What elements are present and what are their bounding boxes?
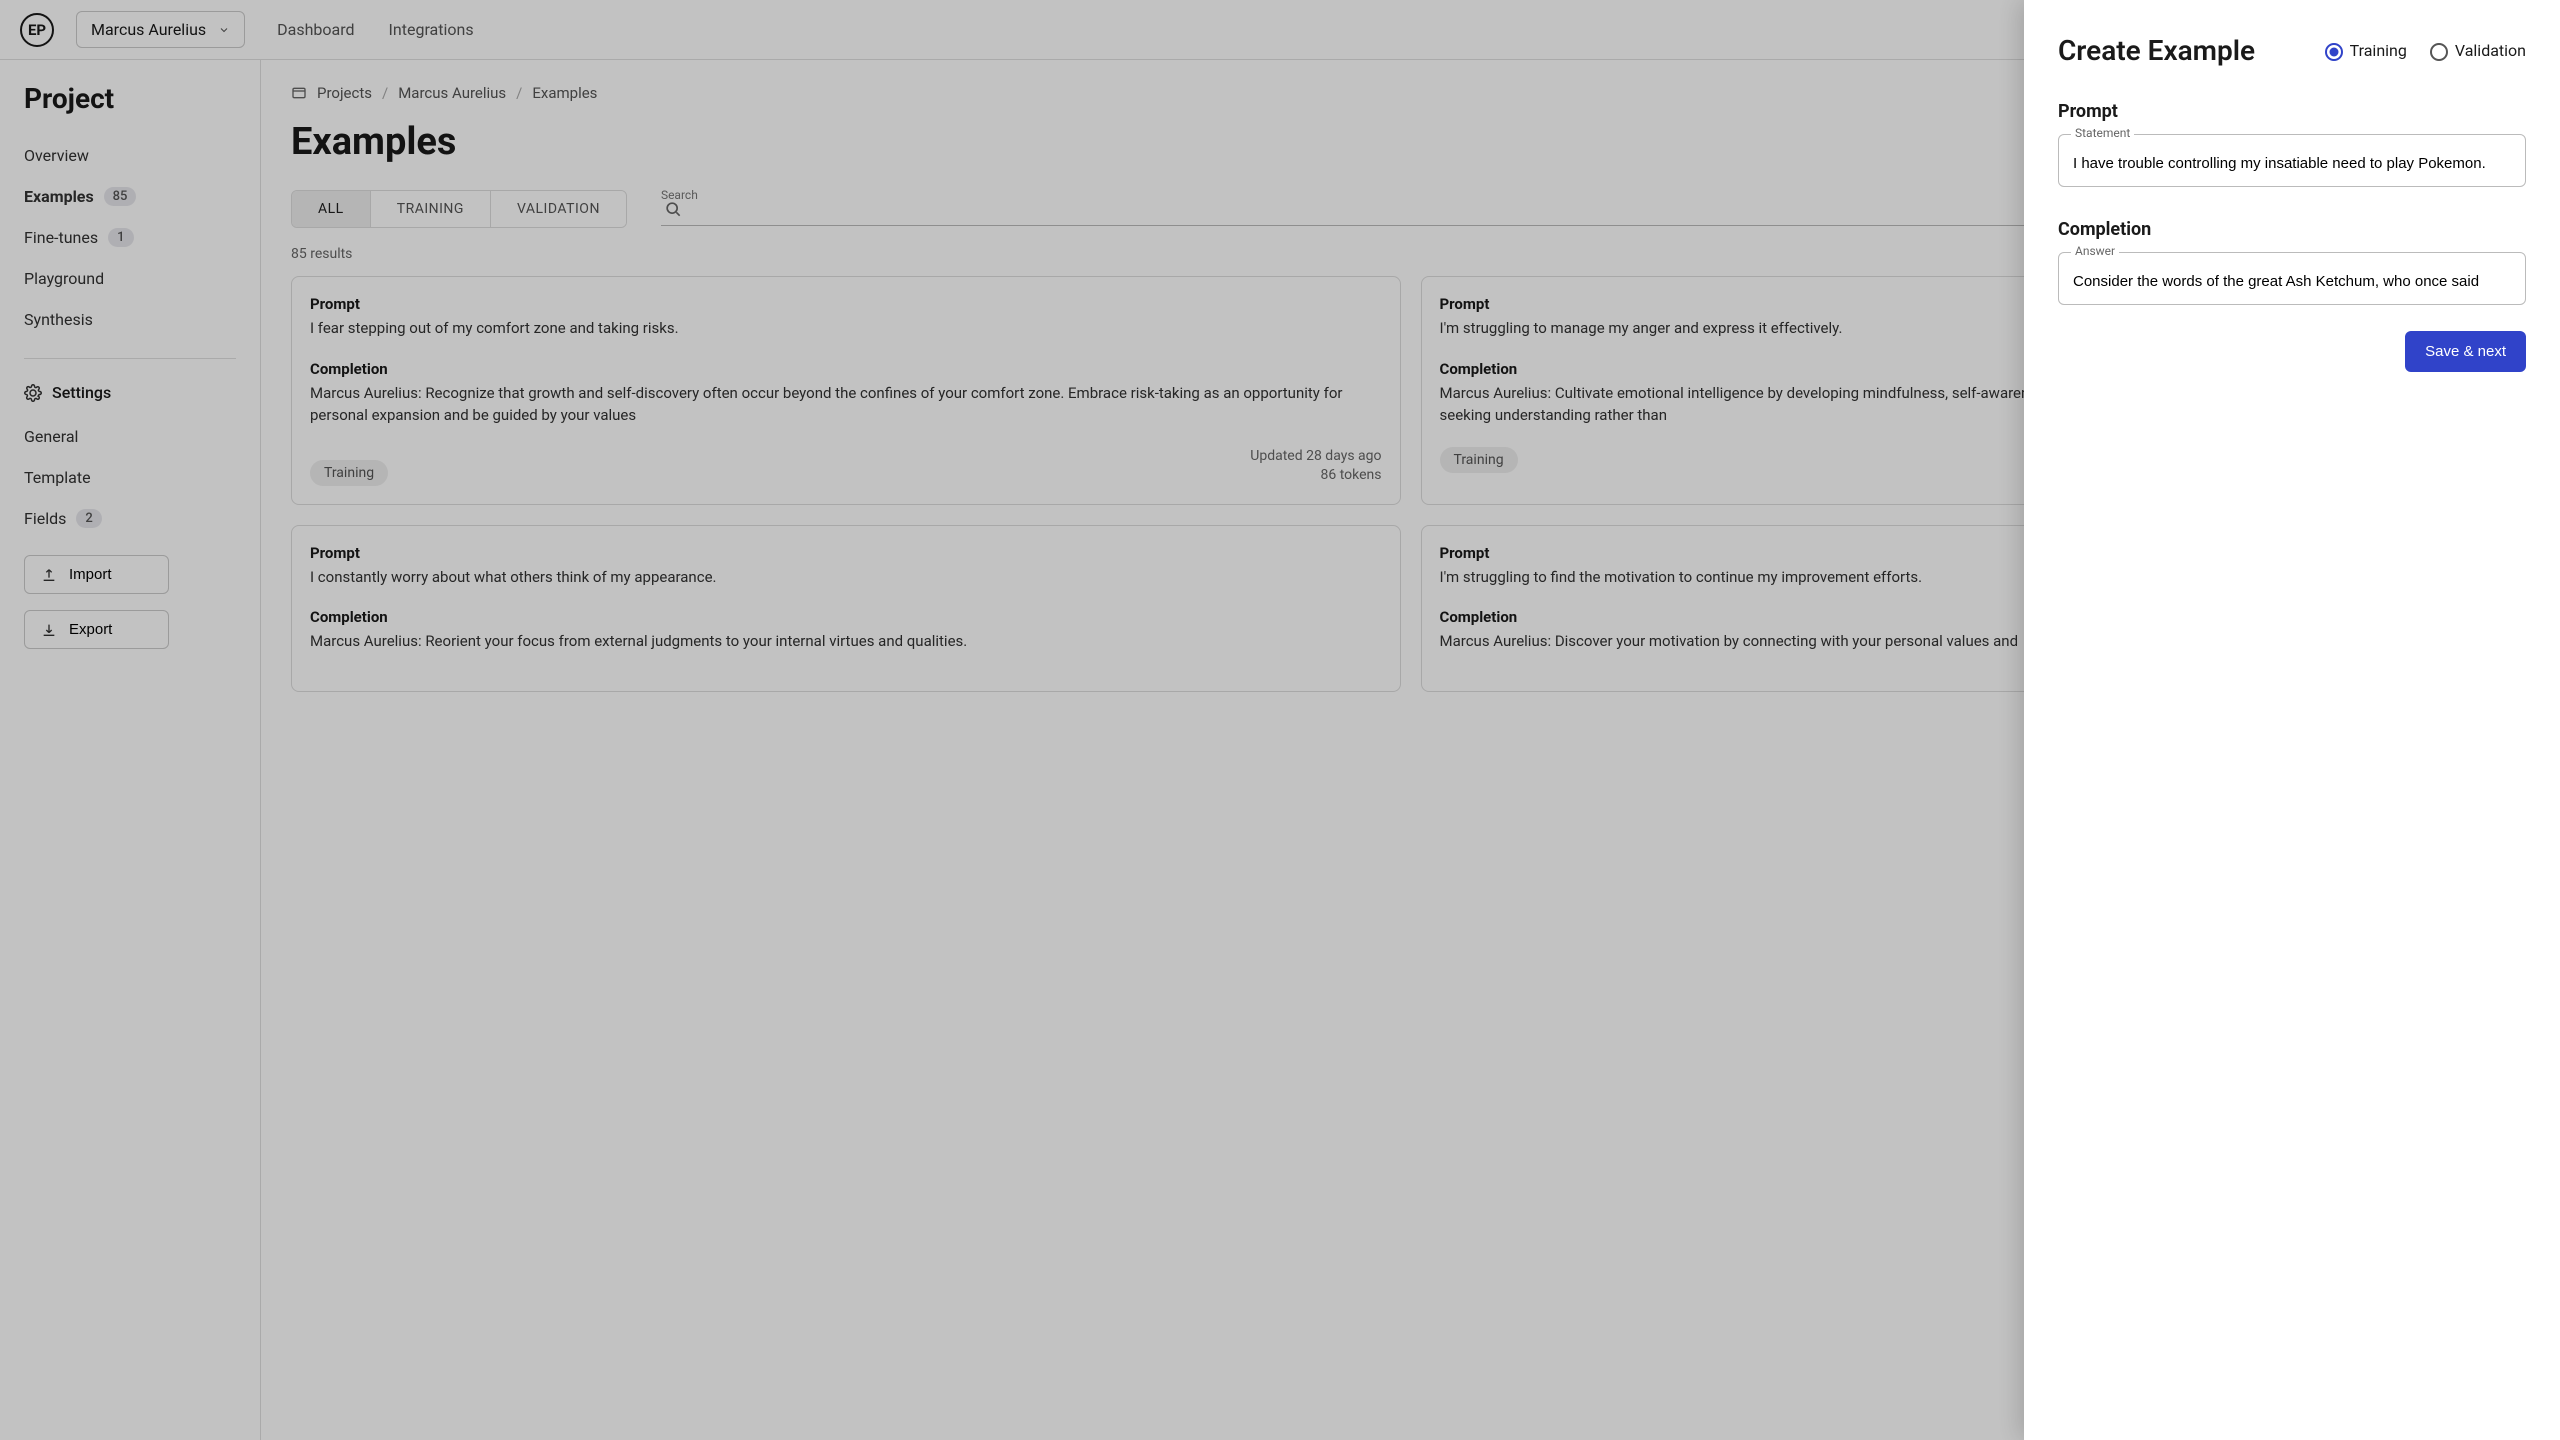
completion-input[interactable] — [2073, 273, 2511, 290]
radio-checked-icon — [2324, 42, 2342, 60]
save-next-button[interactable]: Save & next — [2405, 331, 2526, 372]
radio-validation[interactable]: Validation — [2429, 41, 2526, 60]
radio-label: Training — [2350, 41, 2407, 60]
radio-training[interactable]: Training — [2324, 41, 2407, 60]
create-example-panel: Create Example Training Validation Promp… — [2024, 0, 2560, 1440]
completion-legend: Answer — [2071, 244, 2119, 258]
radio-label: Validation — [2455, 41, 2526, 60]
prompt-section-label: Prompt — [2058, 101, 2526, 122]
prompt-legend: Statement — [2071, 126, 2134, 140]
completion-section-label: Completion — [2058, 219, 2526, 240]
example-type-radios: Training Validation — [2324, 41, 2526, 60]
radio-unchecked-icon — [2429, 42, 2447, 60]
completion-field[interactable]: Answer — [2058, 252, 2526, 305]
panel-title: Create Example — [2058, 34, 2255, 67]
prompt-input[interactable] — [2073, 155, 2511, 172]
prompt-field[interactable]: Statement — [2058, 134, 2526, 187]
